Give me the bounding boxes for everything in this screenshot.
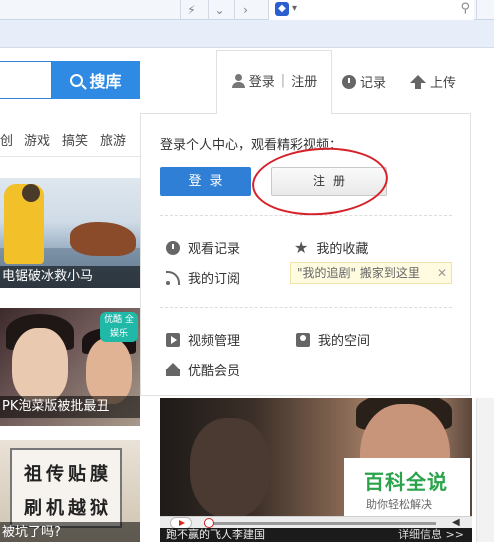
rescuer-figure — [4, 184, 44, 264]
player-controls: ◀ — [160, 516, 472, 529]
close-icon[interactable]: ✕ — [437, 263, 447, 283]
login-register-tab[interactable]: 登录 | 注册 — [216, 50, 332, 114]
divider — [0, 156, 140, 157]
watermark-logo: 百科全说 助你轻松解决 — [344, 458, 470, 516]
user-icon — [231, 73, 245, 88]
search-input[interactable] — [0, 61, 52, 99]
login-dropdown-panel: 登录个人中心，观看精彩视频： 登录 注册 观看记录 ★ 我的收藏 我的订阅 "我… — [140, 113, 471, 396]
divider — [160, 215, 452, 216]
seek-handle[interactable] — [204, 518, 214, 528]
tab-strip — [0, 20, 494, 48]
tooltip-text: "我的追剧" 搬家到这里 — [297, 266, 420, 280]
horse-figure — [70, 222, 136, 256]
video-thumbnail[interactable]: 祖传贴膜 刷机越狱 被坑了吗? — [0, 440, 140, 542]
menu-item-label: 我的收藏 — [316, 242, 369, 257]
divider — [160, 307, 452, 308]
clock-icon — [342, 74, 356, 89]
category-item[interactable]: 游戏 — [24, 130, 50, 149]
upload-label: 上传 — [430, 76, 457, 91]
watermark-subtitle: 助你轻松解决 — [366, 498, 432, 511]
menu-item-history[interactable]: 观看记录 — [166, 238, 240, 257]
separator: | — [280, 73, 286, 88]
sign-text: 刷机越狱 — [24, 498, 112, 519]
profile-icon — [296, 332, 310, 347]
figure-face — [190, 418, 270, 516]
menu-item-label: 优酷会员 — [188, 364, 241, 379]
channel-badge: 优酷 全娱乐 — [100, 312, 138, 342]
notice-tooltip: "我的追剧" 搬家到这里 ✕ — [290, 262, 452, 284]
volume-icon[interactable]: ◀ — [452, 518, 462, 528]
side-rail — [476, 398, 494, 542]
menu-item-vip[interactable]: 优酷会员 — [166, 360, 240, 379]
category-item[interactable]: 旅游 — [100, 130, 126, 149]
history-link[interactable]: 记录 — [342, 72, 386, 91]
search-icon[interactable]: ⚲ — [460, 1, 470, 16]
video-icon — [166, 332, 180, 347]
menu-item-favorites[interactable]: ★ 我的收藏 — [294, 238, 368, 257]
video-caption-bar: 跑不赢的飞人李建国 详细信息 >> — [160, 528, 472, 542]
upload-icon — [410, 74, 426, 89]
browser-toolbar: ⚡ ⌄ › ◆ ▾ ⚲ — [0, 0, 494, 20]
video-thumbnail[interactable]: 优酷 全娱乐 PK泡菜版被批最丑 — [0, 308, 140, 426]
search-button[interactable]: 搜库 — [52, 61, 140, 99]
menu-item-my-space[interactable]: 我的空间 — [296, 330, 370, 349]
category-item[interactable]: 创 — [0, 130, 13, 149]
chevron-right-icon[interactable]: › — [234, 0, 256, 20]
crown-icon — [166, 362, 180, 377]
clock-icon — [166, 240, 180, 255]
video-title[interactable]: 跑不赢的飞人李建国 — [166, 528, 265, 541]
chevron-down-icon[interactable]: ⌄ — [208, 0, 230, 20]
menu-item-label: 我的空间 — [318, 334, 371, 349]
annotation-circle — [249, 143, 391, 220]
menu-item-subscriptions[interactable]: 我的订阅 — [166, 268, 240, 287]
login-link[interactable]: 登录 — [249, 71, 275, 90]
toolbar-end — [476, 0, 494, 20]
history-label: 记录 — [360, 76, 387, 91]
video-title[interactable]: 被坑了吗? — [0, 522, 140, 542]
video-thumbnail[interactable]: 电锯破冰救小马 — [0, 178, 140, 288]
menu-item-label: 我的订阅 — [188, 272, 241, 287]
search-engine-box[interactable]: ◆ ▾ ⚲ — [268, 0, 474, 20]
seek-bar[interactable] — [204, 522, 436, 525]
menu-item-label: 观看记录 — [188, 242, 241, 257]
rss-icon — [166, 270, 180, 285]
search-button-label: 搜库 — [89, 72, 122, 91]
menu-item-label: 视频管理 — [188, 334, 241, 349]
category-item[interactable]: 搞笑 — [62, 130, 88, 149]
search-icon — [70, 73, 84, 87]
video-title[interactable]: PK泡菜版被批最丑 — [0, 396, 140, 418]
baidu-paw-icon[interactable]: ◆ — [275, 2, 289, 16]
figure-face — [86, 338, 132, 404]
video-title[interactable]: 电锯破冰救小马 — [0, 266, 140, 288]
register-link[interactable]: 注册 — [291, 71, 317, 90]
login-button[interactable]: 登录 — [160, 167, 251, 196]
sign-text: 祖传贴膜 — [24, 464, 112, 485]
menu-item-video-manage[interactable]: 视频管理 — [166, 330, 240, 349]
dropdown-caret-icon[interactable]: ▾ — [292, 3, 297, 14]
star-icon: ★ — [294, 237, 309, 257]
figure-face — [12, 328, 68, 402]
upload-link[interactable]: 上传 — [410, 72, 456, 91]
street-sign: 祖传贴膜 刷机越狱 — [10, 448, 122, 528]
details-link[interactable]: 详细信息 >> — [398, 528, 464, 542]
lightning-icon[interactable]: ⚡ — [180, 0, 202, 20]
watermark-title: 百科全说 — [364, 470, 448, 494]
